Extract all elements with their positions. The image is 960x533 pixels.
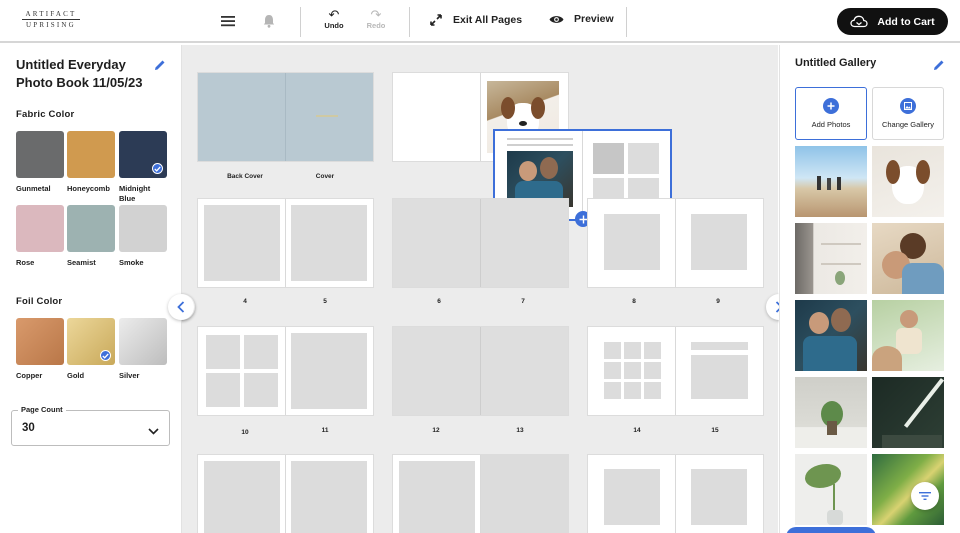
photo-beach-family[interactable] — [795, 146, 867, 217]
undo-button[interactable]: ↶ Undo — [319, 8, 349, 30]
cart-icon — [850, 15, 869, 28]
edit-title-pencil-icon[interactable] — [154, 58, 166, 70]
book-title: Untitled Everyday Photo Book 11/05/23 — [16, 57, 143, 90]
page-label: 15 — [711, 427, 719, 434]
photo-mother-child[interactable] — [872, 223, 944, 294]
brand-line-1: ARTIFACT — [25, 10, 77, 18]
add-to-cart-button[interactable]: Add to Cart — [837, 8, 948, 35]
spread-20-21[interactable] — [588, 455, 763, 533]
page-label: 10 — [241, 429, 249, 436]
brand-logo[interactable]: ARTIFACT UPRISING — [22, 10, 80, 29]
selected-check-icon — [152, 163, 163, 174]
page-label: 5 — [323, 298, 327, 305]
spread-14-15[interactable] — [588, 327, 763, 415]
page-count-label: Page Count — [18, 405, 66, 414]
redo-button[interactable]: ↷ Redo — [361, 8, 391, 30]
exit-all-pages-button[interactable]: Exit All Pages — [429, 13, 522, 27]
swatch-label: Seamist — [67, 258, 96, 267]
spread-6-7[interactable] — [393, 199, 568, 287]
swatch-midnight-blue[interactable] — [119, 131, 167, 178]
swatch-copper[interactable] — [16, 318, 64, 365]
page-label: 6 — [437, 298, 441, 305]
page-label: 7 — [521, 298, 525, 305]
page-label: Back Cover — [227, 173, 263, 180]
add-photos-button[interactable]: Add Photos — [795, 87, 867, 140]
exit-all-pages-label: Exit All Pages — [453, 14, 523, 26]
undo-label: Undo — [324, 21, 344, 30]
swatch-seamist[interactable] — [67, 205, 115, 252]
photo-monstera-vase[interactable] — [795, 454, 867, 525]
gallery-title: Untitled Gallery — [795, 57, 877, 69]
book-options-panel: Untitled Everyday Photo Book 11/05/23 Fa… — [0, 45, 182, 533]
swatch-label: Smoke — [119, 258, 144, 267]
foil-color-heading: Foil Color — [16, 296, 63, 307]
eye-icon — [549, 15, 564, 23]
fabric-color-heading: Fabric Color — [16, 109, 75, 120]
bell-icon[interactable] — [260, 12, 278, 30]
swatch-label: Honeycomb — [67, 184, 110, 193]
photo-plant-wall[interactable] — [795, 377, 867, 448]
change-gallery-label: Change Gallery — [881, 120, 935, 129]
brand-line-2: UPRISING — [26, 21, 76, 29]
page-label: 12 — [432, 427, 440, 434]
menu-icon[interactable] — [219, 12, 237, 30]
photo-father-son[interactable] — [795, 300, 867, 371]
pages-canvas: Back Cover Cover 4 5 6 7 8 9 10 11 12 13… — [182, 45, 778, 533]
page-label: 8 — [632, 298, 636, 305]
swatch-rose[interactable] — [16, 205, 64, 252]
preview-label: Preview — [574, 13, 614, 25]
top-bar: ARTIFACT UPRISING ↶ Undo ↷ Redo Exit All… — [0, 0, 960, 43]
spread-10-11[interactable] — [198, 327, 373, 415]
photo-shelf[interactable] — [795, 223, 867, 294]
photo-child-playing[interactable] — [872, 300, 944, 371]
undo-icon: ↶ — [328, 7, 340, 22]
page-label: 9 — [716, 298, 720, 305]
spread-8-9[interactable] — [588, 199, 763, 287]
add-to-cart-label: Add to Cart — [877, 15, 935, 28]
swatch-gold[interactable] — [67, 318, 115, 365]
scroll-left-button[interactable] — [168, 294, 194, 320]
page-label: 4 — [243, 298, 247, 305]
spread-16-17[interactable] — [198, 455, 373, 533]
selected-check-icon — [100, 350, 111, 361]
page-label: Cover — [315, 173, 335, 180]
spread-12-13[interactable] — [393, 327, 568, 415]
plus-icon — [823, 98, 839, 114]
page-label: 14 — [633, 427, 641, 434]
chevron-left-icon — [177, 301, 185, 313]
filter-icon — [919, 492, 931, 500]
change-gallery-button[interactable]: Change Gallery — [872, 87, 944, 140]
photo-dog[interactable] — [872, 146, 944, 217]
swatch-gunmetal[interactable] — [16, 131, 64, 178]
swatch-label: Midnight Blue — [119, 184, 151, 203]
swatch-label: Silver — [119, 371, 140, 380]
photo-dark-room[interactable] — [872, 377, 944, 448]
spread-4-5[interactable] — [198, 199, 373, 287]
collapse-icon — [430, 14, 442, 26]
image-icon — [900, 98, 916, 114]
chevron-down-icon — [148, 422, 159, 440]
page-count-select[interactable]: Page Count 30 — [11, 405, 170, 446]
spread-18-19[interactable] — [393, 455, 568, 533]
redo-icon: ↷ — [370, 7, 382, 22]
redo-label: Redo — [366, 21, 386, 30]
add-photos-label: Add Photos — [811, 120, 851, 129]
swatch-smoke[interactable] — [119, 205, 167, 252]
gallery-panel: Untitled Gallery Add Photos Change Galle… — [779, 45, 960, 533]
swatch-silver[interactable] — [119, 318, 167, 365]
edit-gallery-pencil-icon[interactable] — [933, 58, 945, 70]
cover-spread[interactable] — [198, 73, 373, 161]
preview-button[interactable]: Preview — [549, 13, 614, 25]
page-count-value: 30 — [22, 422, 35, 434]
page-label: 11 — [321, 427, 329, 434]
swatch-honeycomb[interactable] — [67, 131, 115, 178]
bottom-action-pill[interactable] — [786, 527, 876, 533]
page-label: 13 — [516, 427, 524, 434]
filter-button[interactable] — [911, 482, 939, 510]
swatch-label: Gold — [67, 371, 85, 380]
